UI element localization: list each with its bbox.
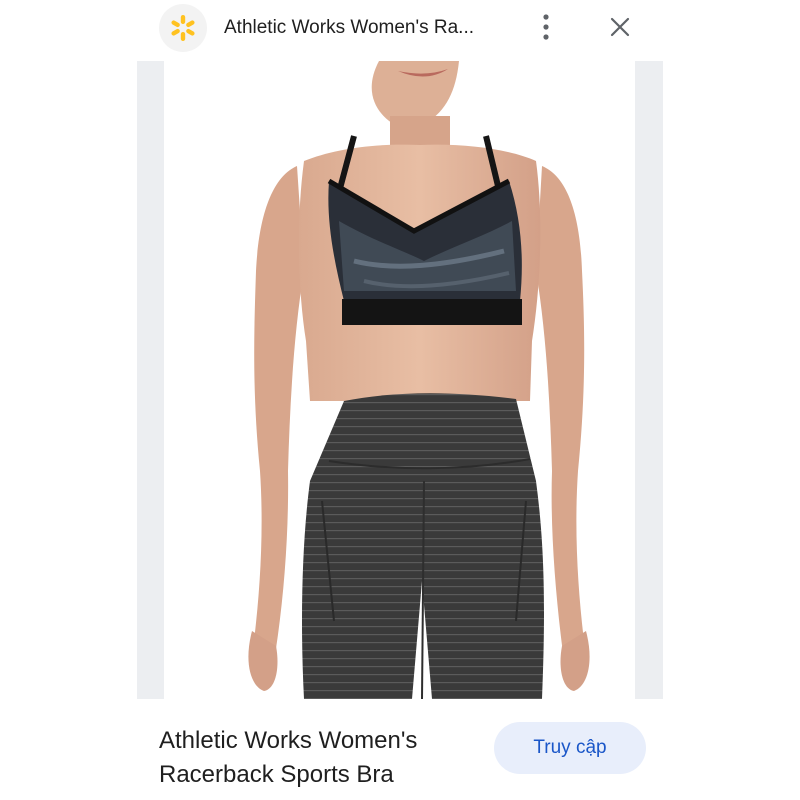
image-frame bbox=[137, 61, 663, 699]
more-options-button[interactable] bbox=[530, 10, 562, 44]
walmart-spark-icon bbox=[159, 4, 207, 52]
visit-button[interactable]: Truy cập bbox=[494, 722, 646, 774]
top-bar: Athletic Works Women's Ra... bbox=[0, 0, 800, 60]
close-icon bbox=[610, 17, 630, 37]
image-viewer-page: Athletic Works Women's Ra... Athletic Wo… bbox=[0, 0, 800, 800]
product-name[interactable]: Athletic Works Women's Racerback Sports … bbox=[159, 724, 479, 792]
page-title: Athletic Works Women's Ra... bbox=[224, 17, 474, 38]
product-photo[interactable] bbox=[164, 61, 635, 699]
close-button[interactable] bbox=[603, 10, 637, 44]
more-vertical-icon bbox=[543, 14, 549, 40]
